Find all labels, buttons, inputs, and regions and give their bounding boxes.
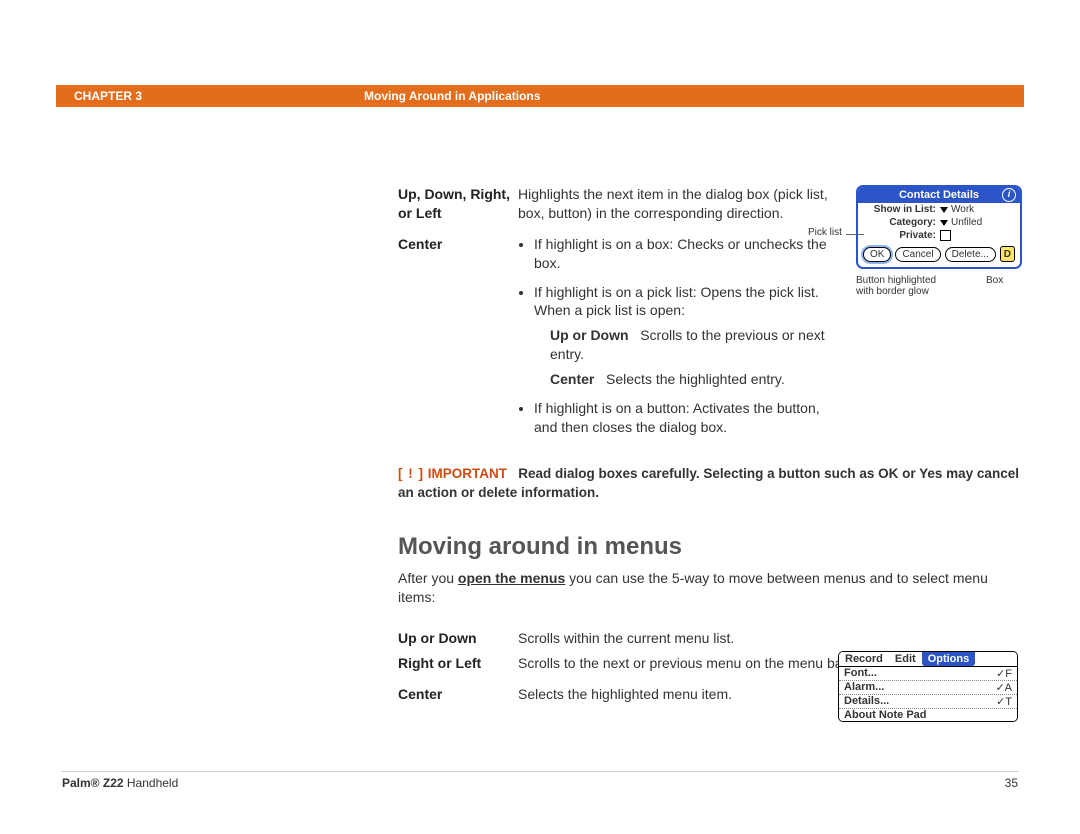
open-the-menus-link[interactable]: open the menus: [458, 570, 565, 586]
sub-definition: Center Selects the highlighted entry.: [534, 370, 828, 389]
figure-contact-details: Pick list Contact Details i Show in List…: [808, 185, 1018, 297]
note-button-icon[interactable]: D: [1000, 246, 1015, 262]
important-label: IMPORTANT: [428, 466, 507, 481]
bullet-text: If highlight is on a pick list: Opens th…: [534, 284, 819, 319]
bullet-item: If highlight is on a pick list: Opens th…: [534, 283, 828, 389]
definition-desc: If highlight is on a box: Checks or unch…: [518, 235, 828, 447]
dialog-button-row: OK Cancel Delete... D: [858, 242, 1020, 267]
sub-definition: Up or Down Scrolls to the previous or ne…: [534, 326, 828, 364]
definition-desc: Selects the highlighted menu item.: [518, 685, 858, 704]
definition-term: Up or Down: [398, 629, 518, 648]
menu-item-label: About Note Pad: [844, 709, 927, 721]
page-footer: Palm® Z22 Handheld 35: [62, 771, 1018, 790]
menu-tab-options[interactable]: Options: [922, 652, 976, 666]
definition-term: Right or Left: [398, 654, 518, 673]
footer-page-number: 35: [1005, 776, 1018, 790]
sub-term: Center: [550, 371, 594, 387]
field-label: Category:: [864, 217, 940, 228]
caption-box: Box: [986, 275, 1003, 297]
menu-tab-edit[interactable]: Edit: [889, 652, 922, 666]
footer-product-bold: Palm® Z22: [62, 776, 124, 790]
menu-item-shortcut: ✓A: [995, 681, 1012, 694]
definition-term: Center: [398, 685, 518, 704]
field-label: Show in List:: [864, 204, 940, 215]
contact-details-dialog: Contact Details i Show in List: Work Cat…: [856, 185, 1022, 269]
delete-button[interactable]: Delete...: [945, 247, 996, 262]
intro-text: After you: [398, 570, 458, 586]
chapter-section: Moving Around in Applications: [364, 89, 540, 103]
menu-item-label: Alarm...: [844, 681, 884, 694]
definition-desc: Highlights the next item in the dialog b…: [518, 185, 828, 223]
definition-desc: Scrolls to the next or previous menu on …: [518, 654, 858, 673]
definition-row: Right or Left Scrolls to the next or pre…: [398, 654, 858, 673]
info-icon[interactable]: i: [1002, 188, 1016, 202]
dropdown-triangle-icon[interactable]: [940, 220, 948, 226]
dialog-title-bar: Contact Details i: [858, 187, 1020, 203]
footer-product: Palm® Z22 Handheld: [62, 776, 178, 790]
menu-tabs: Record Edit Options: [839, 652, 1017, 666]
definition-row: Center If highlight is on a box: Checks …: [398, 235, 828, 447]
callout-label: Pick list: [808, 227, 842, 238]
dialog-field-row: Private:: [858, 229, 1020, 242]
menu-item[interactable]: Details... ✓T: [839, 694, 1017, 708]
definition-term: Center: [398, 235, 518, 447]
important-bracket-icon: [ ! ]: [398, 466, 424, 481]
bullet-item: If highlight is on a button: Activates t…: [534, 399, 828, 437]
menu-item[interactable]: Alarm... ✓A: [839, 680, 1017, 694]
sub-term: Up or Down: [550, 327, 629, 343]
callout-leader-line: [846, 234, 864, 235]
chapter-number: CHAPTER 3: [56, 89, 364, 103]
menu-item[interactable]: About Note Pad: [839, 708, 1017, 721]
dropdown-triangle-icon[interactable]: [940, 207, 948, 213]
private-checkbox[interactable]: [940, 230, 951, 241]
important-note: [ ! ] IMPORTANT Read dialog boxes carefu…: [398, 465, 1020, 503]
menu-tab-record[interactable]: Record: [839, 652, 889, 666]
section-heading: Moving around in menus: [398, 531, 1020, 563]
menu-bar: Record Edit Options Font... ✓F Alarm... ✓A…: [838, 651, 1018, 722]
dialog-field-row: Category: Unfiled: [858, 216, 1020, 229]
menu-item-shortcut: ✓F: [996, 667, 1012, 680]
definition-row: Up, Down, Right, or Left Highlights the …: [398, 185, 828, 223]
definition-term: Up, Down, Right, or Left: [398, 185, 518, 223]
figure-captions: Button highlighted with border glow Box: [856, 275, 1018, 297]
definition-desc: Scrolls within the current menu list.: [518, 629, 858, 648]
menu-dropdown: Font... ✓F Alarm... ✓A Details... ✓T About …: [839, 666, 1017, 721]
field-value[interactable]: Work: [951, 204, 974, 215]
menu-item-label: Details...: [844, 695, 889, 708]
sub-text: Selects the highlighted entry.: [606, 371, 785, 387]
menu-item-label: Font...: [844, 667, 877, 680]
cancel-button[interactable]: Cancel: [895, 247, 940, 262]
ok-button[interactable]: OK: [863, 247, 891, 262]
bullet-item: If highlight is on a box: Checks or unch…: [534, 235, 828, 273]
definition-row: Center Selects the highlighted menu item…: [398, 685, 858, 704]
caption-button-highlight: Button highlighted with border glow: [856, 275, 946, 297]
menu-item[interactable]: Font... ✓F: [839, 667, 1017, 680]
footer-product-rest: Handheld: [124, 776, 179, 790]
chapter-header-bar: CHAPTER 3 Moving Around in Applications: [56, 85, 1024, 107]
figure-menu-bar: Record Edit Options Font... ✓F Alarm... ✓A…: [838, 651, 1018, 722]
field-label: Private:: [864, 230, 940, 241]
definition-row: Up or Down Scrolls within the current me…: [398, 629, 858, 648]
dialog-field-row: Show in List: Work: [858, 203, 1020, 216]
dialog-title: Contact Details: [899, 189, 979, 201]
field-value[interactable]: Unfiled: [951, 217, 982, 228]
menu-item-shortcut: ✓T: [996, 695, 1012, 708]
callout-pick-list: Pick list: [808, 227, 842, 238]
section-intro: After you open the menus you can use the…: [398, 569, 1020, 607]
